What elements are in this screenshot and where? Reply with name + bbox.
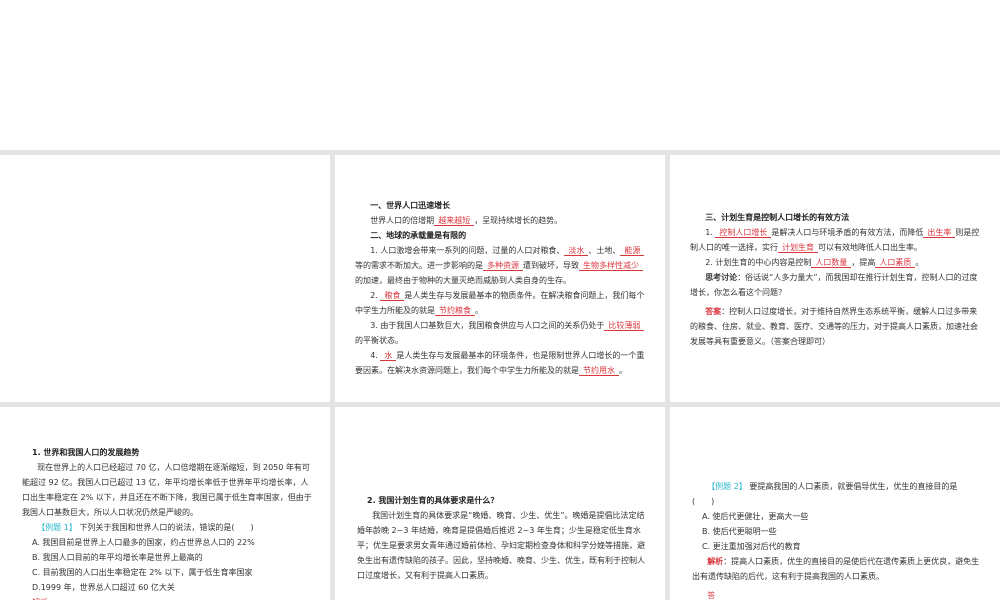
paragraph-text: 2. 计划生育的中心内容是控制 [705,258,812,267]
paragraph: 2. 计划生育的中心内容是控制 人口数量 ，提高 人口素质。 [690,255,980,270]
answer-label: 答案 [705,307,722,316]
option: B. 使后代更聪明一些 [702,527,777,536]
fill-in-answer: 多种资源 [483,261,523,271]
fill-in-answer: 出生率 [923,228,956,238]
analysis: 解析：提高人口素质，优生的直接目的是使后代在遗传素质上更优良，避免生出有遗传缺陷… [692,554,982,584]
paragraph: 我国计划生育的具体要求是“晚婚、晚育、少生、优生”。晚婚是提倡比法定结婚年龄晚 … [357,511,645,580]
section-heading: 1. 世界和我国人口的发展趋势 [32,448,140,457]
fill-in-answer: 人口数量 [811,258,852,268]
paragraph: 2. 粮食 是人类生存与发展最基本的物质条件。在解决粮食问题上，我们每个中学生力所… [355,288,645,318]
paragraph-text: 世界人口的倍增期 [370,216,435,225]
answer-paren: ( ) [692,497,715,506]
paragraph-text: 遭到破坏，导致 [523,261,579,270]
previous-slide-row [0,0,1000,150]
slide-thumbnail-2[interactable]: 一、世界人口迅速增长 世界人口的倍增期 越来越短 ，呈现持续增长的趋势。 二、地球的… [335,155,665,402]
fill-in-answer: 节约用水 [579,366,619,376]
paragraph-text: ，呈现持续增长的趋势。 [474,216,563,225]
paragraph-text: 。 [915,258,924,267]
paragraph-text: 。 [619,366,627,375]
fill-in-answer: 生物多样性减少 [579,261,643,271]
paragraph-text: 的加速，最终由于物种的大量灭绝而威胁到人类自身的生存。 [355,276,571,285]
fill-in-answer: 人口素质 [875,258,916,268]
example-label: 【例题 1】 [37,523,77,532]
example-label: 【例题 2】 [707,482,747,491]
analysis-label: 解析 [22,595,312,600]
question-text: 下列关于我国和世界人口的说法，错误的是( ) [79,523,254,532]
fill-in-answer: 越来越短 [434,216,475,226]
section-heading: 三、计划生育是控制人口增长的有效方法 [705,213,850,222]
paragraph-text: 的平衡状态。 [355,336,403,345]
discussion-label: 思考讨论 [705,273,738,282]
slide-thumbnail-6[interactable]: 【例题 2】 要提高我国的人口素质，就要倡导优生，优生的直接目的是 ( ) A.… [670,407,1000,600]
section-heading: 一、世界人口迅速增长 [370,201,451,210]
paragraph: 1. 控制人口增长 是解决人口与环境矛盾的有效方法，而降低 出生率 则是控制人口的唯一… [690,225,980,255]
slide-thumbnail-1[interactable] [0,155,330,402]
fill-in-answer: 水 [380,351,397,361]
slide-thumbnail-5[interactable]: 2. 我国计划生育的具体要求是什么？ 我国计划生育的具体要求是“晚婚、晚育、少生… [335,407,665,600]
example-question: 【例题 2】 要提高我国的人口素质，就要倡导优生，优生的直接目的是 [692,479,982,494]
paragraph-text: 是解决人口与环境矛盾的有效方法，而降低 [771,228,924,237]
fill-in-answer: 节约粮食 [435,306,475,316]
paragraph-text: 。 [475,306,483,315]
fill-in-answer: 计划生育 [778,243,818,253]
slide-thumbnail-4[interactable]: 1. 世界和我国人口的发展趋势 现在世界上的人口已经超过 70 亿，人口倍增期在… [0,407,330,600]
fill-in-answer: 淡水 [564,246,589,256]
fill-in-answer: 粮食 [380,291,405,301]
paragraph-text: 等的需求不断加大。进一步影响的是 [355,261,483,270]
fill-in-answer: 控制人口增长 [715,228,772,238]
answer-text: ：控制人口过度增长，对于维持自然界生态系统平衡，缓解人口过多带来的粮食、住房、就… [690,307,978,346]
option: C. 更注重加强对后代的教育 [702,542,801,551]
question-text: 要提高我国的人口素质，就要倡导优生，优生的直接目的是 [749,482,958,491]
paragraph-text: ，提高 [851,258,876,267]
example-question: 【例题 1】 下列关于我国和世界人口的说法，错误的是( ) [22,520,312,535]
paragraph-text: 3. 由于我国人口基数巨大，我国粮食供应与人口之间的关系仍处于 [370,321,605,330]
option: D.1999 年，世界总人口超过 60 亿大关 [32,583,175,592]
slide-thumbnail-3[interactable]: 三、计划生育是控制人口增长的有效方法 1. 控制人口增长 是解决人口与环境矛盾的有… [670,155,1000,402]
section-heading: 2. 我国计划生育的具体要求是什么？ [367,496,499,505]
paragraph-text: 、土地、 [588,246,621,255]
paragraph-text: 可以有效地降低人口出生率。 [818,243,922,252]
discussion: 思考讨论：俗话说“人多力量大”，而我国却在推行计划生育，控制人口的过度增长，你怎… [690,270,980,300]
fill-in-answer: 比较薄弱 [604,321,645,331]
option: C. 目前我国的人口出生率稳定在 2% 以下，属于低生育率国家 [32,568,253,577]
paragraph: 世界人口的倍增期 越来越短 ，呈现持续增长的趋势。 [355,213,645,228]
analysis-label: 解析 [707,557,724,566]
paragraph: 4. 水是人类生存与发展最基本的环境条件，也是限制世界人口增长的一个重要因素。在… [355,348,645,378]
option: B. 我国人口目前的年平均增长率是世界上最高的 [32,553,203,562]
fill-in-answer: 能源 [620,246,645,256]
paragraph-text: 1. [705,228,716,237]
paragraph-text: 1. 人口激增会带来一系列的问题，过量的人口对粮食、 [370,246,565,255]
paragraph-text: 4. [370,351,381,360]
paragraph-text: 2. [370,291,381,300]
answer-label: 答 [707,591,716,600]
section-heading: 二、地球的承载量是有限的 [370,231,467,240]
paragraph: 1. 人口激增会带来一系列的问题，过量的人口对粮食、 淡水 、土地、 能源等的需求不断… [355,243,645,288]
paragraph: 3. 由于我国人口基数巨大，我国粮食供应与人口之间的关系仍处于 比较薄弱的平衡状态… [355,318,645,348]
analysis-text: ：提高人口素质，优生的直接目的是使后代在遗传素质上更优良，避免生出有遗传缺陷的后… [692,557,980,581]
option: A. 我国目前是世界上人口最多的国家，约占世界总人口的 22% [32,538,255,547]
answer: 答案：控制人口过度增长，对于维持自然界生态系统平衡，缓解人口过多带来的粮食、住房… [690,304,980,349]
paragraph: 现在世界上的人口已经超过 70 亿，人口倍增期在逐渐缩短，到 2050 年有可能… [22,463,312,517]
option: A. 使后代更健壮，更高大一些 [702,512,809,521]
